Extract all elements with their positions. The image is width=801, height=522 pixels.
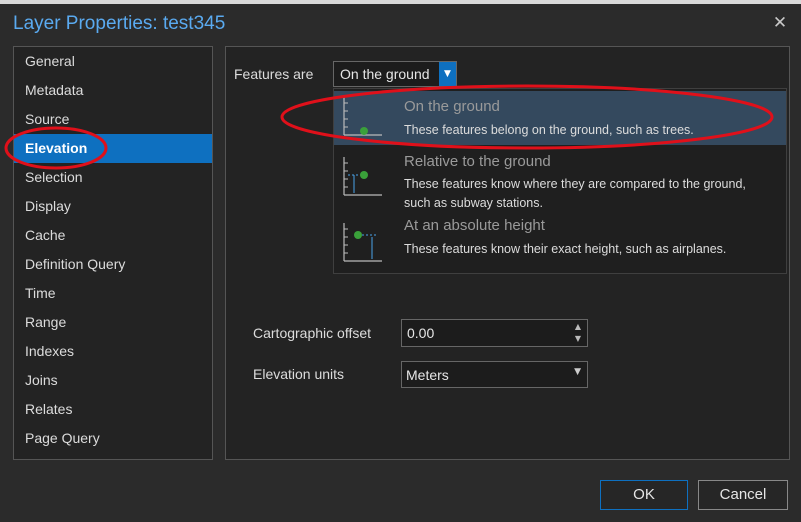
option-title: At an absolute height [404,217,545,234]
properties-sidebar: General Metadata Source Elevation Select… [13,46,213,460]
sidebar-item-range[interactable]: Range [14,308,212,337]
sidebar-item-source[interactable]: Source [14,105,212,134]
sidebar-item-display[interactable]: Display [14,192,212,221]
chevron-down-icon[interactable]: ▼ [439,62,456,86]
sidebar-item-indexes[interactable]: Indexes [14,337,212,366]
spin-down-icon[interactable]: ▼ [572,334,584,343]
elevation-units-value: Meters [406,367,449,383]
option-absolute-height[interactable]: At an absolute height These features kno… [334,213,786,273]
close-icon[interactable]: ✕ [764,8,796,38]
sidebar-item-page-query[interactable]: Page Query [14,424,212,453]
spin-up-icon[interactable]: ▲ [572,322,584,331]
sidebar-item-cache[interactable]: Cache [14,221,212,250]
sidebar-item-relates[interactable]: Relates [14,395,212,424]
option-description: These features know their exact height, … [404,242,727,256]
ground-elevation-icon [343,97,382,136]
sidebar-item-metadata[interactable]: Metadata [14,76,212,105]
features-are-label: Features are [234,66,314,82]
features-are-value: On the ground [340,66,430,82]
option-title: On the ground [404,98,500,115]
cartographic-offset-label: Cartographic offset [253,325,372,341]
sidebar-item-joins[interactable]: Joins [14,366,212,395]
cancel-button[interactable]: Cancel [698,480,788,510]
option-relative-to-ground[interactable]: Relative to the ground These features kn… [334,147,786,213]
option-title: Relative to the ground [404,153,551,170]
elevation-units-select[interactable]: Meters ▼ [401,361,588,388]
features-are-select[interactable]: On the ground ▼ [333,61,457,87]
elevation-mode-dropdown: On the ground These features belong on t… [333,88,787,274]
window-top-edge [0,0,801,4]
sidebar-item-selection[interactable]: Selection [14,163,212,192]
sidebar-item-time[interactable]: Time [14,279,212,308]
dialog-title: Layer Properties: test345 [13,13,226,34]
option-description: These features know where they are compa… [404,177,746,210]
absolute-elevation-icon [343,223,382,262]
cartographic-offset-input[interactable]: 0.00 ▲ ▼ [401,319,588,347]
cartographic-offset-value: 0.00 [407,325,435,341]
option-description: These features belong on the ground, suc… [404,123,694,137]
option-on-the-ground[interactable]: On the ground These features belong on t… [334,91,786,145]
sidebar-item-general[interactable]: General [14,47,212,76]
sidebar-item-definition-query[interactable]: Definition Query [14,250,212,279]
elevation-units-label: Elevation units [253,366,345,382]
relative-elevation-icon [343,157,382,196]
sidebar-item-elevation[interactable]: Elevation [14,134,212,163]
chevron-down-icon[interactable]: ▼ [574,367,581,377]
ok-button[interactable]: OK [600,480,688,510]
